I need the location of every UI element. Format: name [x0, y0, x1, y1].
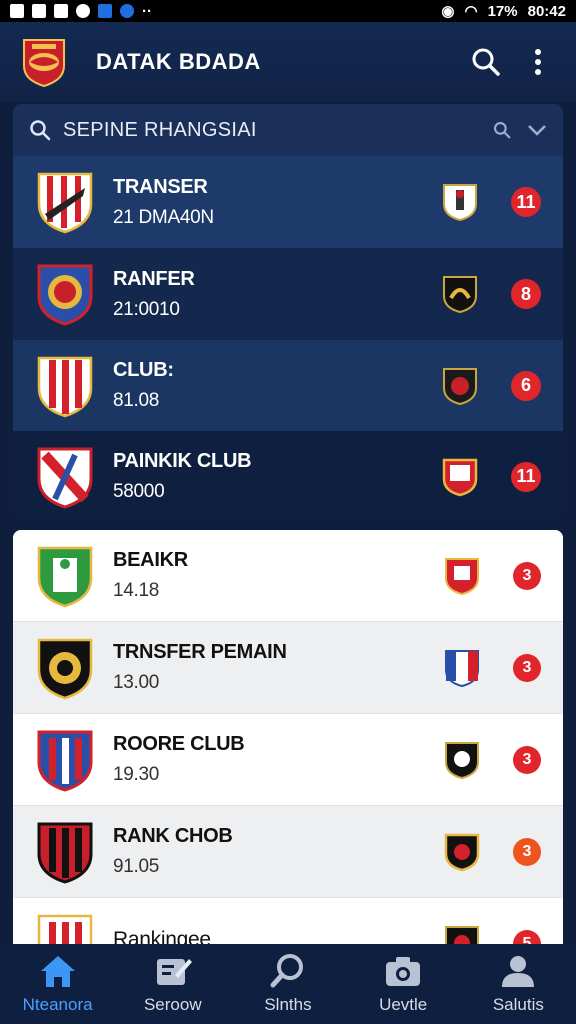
status-bar: ·· ◉ ◠ 17% 80:42 — [0, 0, 576, 22]
club-crest-icon — [37, 264, 93, 326]
home-icon — [40, 956, 75, 987]
club-value: 13.00 — [113, 672, 160, 693]
rank-badge: 6 — [511, 370, 541, 401]
app-icon — [98, 4, 112, 18]
mail-icon — [32, 4, 46, 18]
nav-search[interactable]: Slnths — [230, 953, 345, 1015]
telegram-icon — [120, 4, 134, 18]
edit-icon — [156, 959, 192, 985]
club-crest-icon — [37, 730, 93, 792]
nav-home[interactable]: Nteanora — [0, 953, 115, 1015]
chevron-down-icon[interactable] — [527, 123, 547, 137]
nav-label: Seroow — [143, 995, 202, 1014]
rank-badge: 3 — [513, 561, 541, 590]
search-icon — [472, 48, 500, 76]
club-value: 19.30 — [113, 764, 160, 785]
nav-scores[interactable]: Seroow — [115, 953, 230, 1015]
club-name: RANFER — [113, 267, 195, 290]
club-name: BEAIKR — [113, 549, 188, 571]
club-crest-icon — [37, 822, 93, 884]
opponent-crest-icon — [445, 741, 479, 779]
nav-label: Nteanora — [22, 995, 93, 1014]
club-name: CLUB: — [113, 359, 174, 381]
opponent-crest-icon — [443, 276, 477, 314]
search-button[interactable] — [466, 42, 506, 82]
club-crest-icon — [37, 172, 93, 234]
rank-badge: 11 — [511, 461, 541, 492]
app-logo — [23, 39, 65, 88]
nav-label: Slnths — [264, 995, 312, 1014]
clock: 80:42 — [527, 2, 566, 20]
opponent-crest-icon — [445, 649, 479, 687]
club-crest-icon — [37, 638, 93, 699]
rank-badge: 8 — [511, 279, 541, 309]
rank-badge: 11 — [511, 187, 541, 217]
club-value: 91.05 — [113, 856, 160, 877]
opponent-crest-icon — [444, 833, 480, 871]
club-crest-icon — [37, 447, 93, 509]
rank-badge: 3 — [513, 653, 541, 682]
wifi-icon: ◠ — [464, 3, 478, 20]
club-crest-icon — [37, 356, 93, 417]
app-bar: DATAK BDADA — [0, 22, 576, 102]
club-value: 58000 — [113, 481, 165, 502]
opponent-crest-icon — [445, 557, 479, 595]
vibrate-icon: ◉ — [441, 3, 455, 20]
opponent-crest-icon — [443, 367, 477, 405]
message-icon — [76, 4, 90, 18]
rank-badge: 3 — [513, 745, 541, 774]
club-row[interactable]: TRANSER 21 DMA40N 11 — [13, 156, 563, 248]
filter-search-icon[interactable] — [493, 121, 511, 139]
opponent-crest-icon — [442, 458, 478, 496]
club-value: 81.08 — [113, 390, 160, 411]
club-row[interactable]: TRNSFER PEMAIN 13.00 3 — [13, 622, 563, 714]
opponent-crest-icon — [445, 925, 479, 944]
image-icon — [54, 4, 68, 18]
camera-icon — [386, 957, 421, 986]
more-vert-icon — [535, 49, 541, 75]
app-title: DATAK BDADA — [96, 49, 261, 74]
club-crest-icon — [37, 546, 93, 607]
club-name: ROORE CLUB — [113, 733, 245, 755]
club-name: TRANSER — [113, 175, 208, 198]
club-name: TRNSFER PEMAIN — [113, 641, 287, 663]
search-bar[interactable]: SEPINE RHANGSIAI — [13, 104, 563, 156]
club-name: PAINKIK CLUB — [113, 450, 252, 472]
profile-icon — [502, 956, 535, 987]
club-name: RANK CHOB — [113, 825, 233, 847]
nav-camera[interactable]: Uevtle — [346, 953, 461, 1015]
play-icon — [10, 4, 24, 18]
club-value: 21 DMA40N — [113, 206, 214, 228]
bottom-navigation: Nteanora Seroow Slnths Uevtle Salutis — [0, 944, 576, 1024]
club-row[interactable]: RANK CHOB 91.05 3 — [13, 806, 563, 898]
battery-level: 17% — [487, 2, 518, 20]
club-row[interactable]: CLUB: 81.08 6 — [13, 340, 563, 431]
overflow-menu-button[interactable] — [518, 42, 558, 82]
club-row[interactable]: ROORE CLUB 19.30 3 — [13, 714, 563, 806]
rank-badge: 3 — [513, 837, 541, 866]
club-list-light: BEAIKR 14.18 3 TRNSFER PEMAIN 13.00 3 RO… — [13, 530, 563, 944]
club-name: Rankingee — [113, 927, 211, 945]
nav-profile[interactable]: Salutis — [461, 953, 576, 1015]
search-icon — [30, 120, 51, 141]
club-row[interactable]: PAINKIK CLUB 58000 11 — [13, 431, 563, 520]
opponent-crest-icon — [443, 184, 477, 222]
club-value: 21:0010 — [113, 298, 180, 320]
search-icon — [270, 954, 303, 988]
club-row[interactable]: Rankingee 5 — [13, 898, 563, 944]
club-crest-icon — [37, 914, 93, 944]
nav-label: Salutis — [492, 995, 544, 1014]
more-notifications-icon: ·· — [142, 2, 152, 20]
club-row[interactable]: RANFER 21:0010 8 — [13, 248, 563, 340]
search-input[interactable]: SEPINE RHANGSIAI — [63, 119, 493, 142]
nav-label: Uevtle — [379, 995, 428, 1014]
rank-badge: 5 — [513, 929, 541, 944]
club-row[interactable]: BEAIKR 14.18 3 — [13, 530, 563, 622]
club-value: 14.18 — [113, 580, 160, 601]
club-list-dark: SEPINE RHANGSIAI TRANSER 21 DMA40N 11 RA… — [13, 104, 563, 520]
